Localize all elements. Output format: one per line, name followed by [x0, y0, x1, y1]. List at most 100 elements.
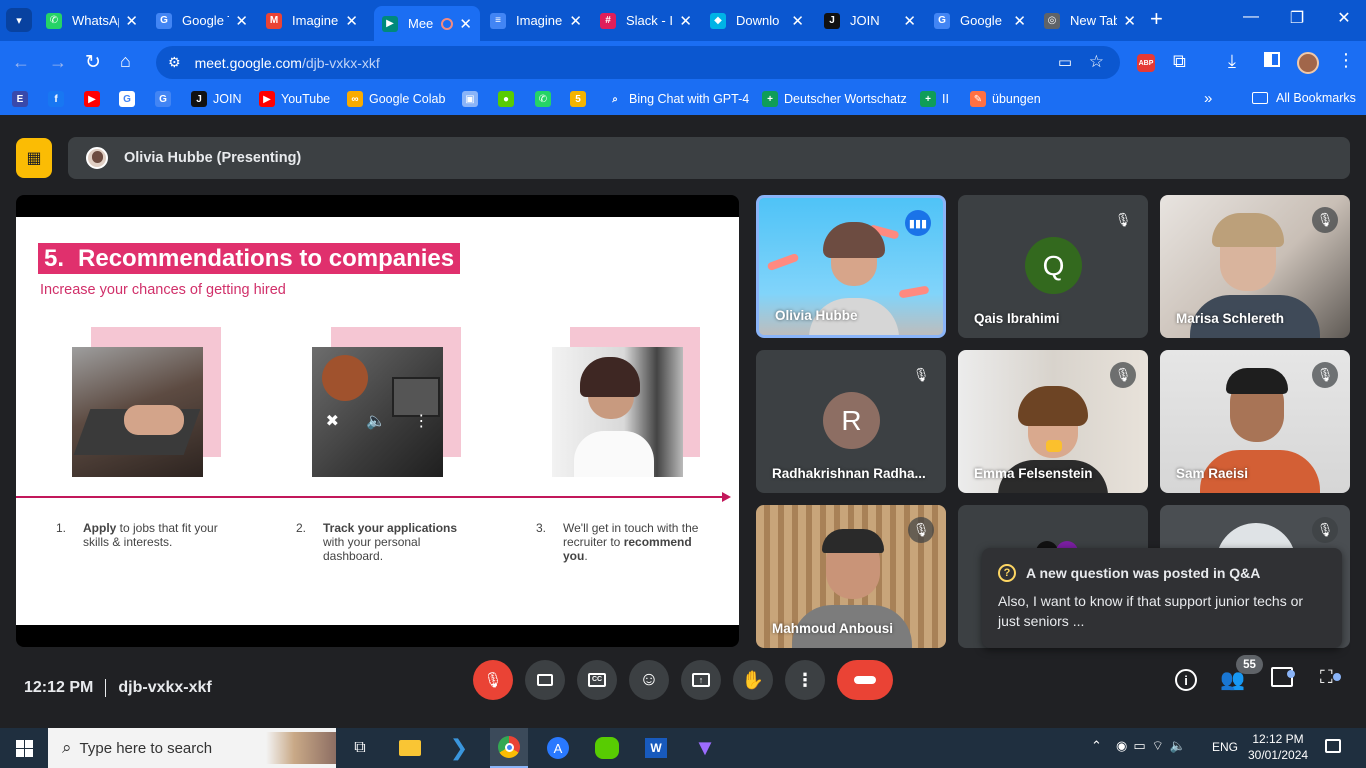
pin-off-icon[interactable]: ✖ [326, 411, 339, 431]
stop-presenting-icon[interactable]: ▦ [16, 138, 52, 178]
captions-button[interactable]: CC [577, 660, 617, 700]
meet-tray-icon[interactable]: ◉ [1116, 738, 1133, 753]
browser-tab[interactable]: ✆ WhatsApp ✕ [38, 6, 146, 35]
downloads-icon[interactable]: ⤓ [1228, 51, 1236, 72]
windows-start-button[interactable] [10, 734, 38, 762]
browser-tab[interactable]: G Google Translate ✕ [148, 6, 256, 35]
participant-tile-mahmoud[interactable]: 🎙 Mahmoud Anbousi [756, 505, 946, 648]
browser-tab[interactable]: ◎ New Tab ✕ [1036, 6, 1144, 35]
close-tab-icon[interactable]: ✕ [459, 15, 472, 33]
mic-toggle-button[interactable]: 🎙 [473, 660, 513, 700]
reload-icon[interactable]: ↻ [85, 51, 101, 74]
volume-icon[interactable]: 🔈 [1170, 738, 1192, 753]
bookmark-item[interactable]: ▣ [462, 91, 484, 107]
muted-mic-icon: 🎙 [1312, 362, 1338, 388]
slide-number: 5. [44, 244, 65, 272]
bookmark-item[interactable]: ▶ [84, 91, 106, 107]
clock[interactable]: 12:12 PM 30/01/2024 [1248, 731, 1308, 763]
forward-icon[interactable]: → [49, 52, 67, 73]
browser-tab[interactable]: ≡ Imagine ✕ [482, 6, 590, 35]
adblock-plus-icon[interactable]: ABP [1137, 54, 1155, 72]
extensions-icon[interactable]: ⧉ [1173, 51, 1186, 72]
taskbar-search[interactable]: ⌕ Type here to search [48, 728, 336, 768]
minimize-window-button[interactable]: — [1236, 8, 1266, 26]
language-indicator[interactable]: ENG [1212, 740, 1238, 754]
bookmark-item[interactable]: ∞ Google Colab [347, 91, 445, 107]
app-store-icon[interactable]: A [544, 734, 572, 762]
tab-search-button[interactable]: ▾ [6, 8, 32, 32]
close-tab-icon[interactable]: ✕ [345, 12, 358, 30]
divider [105, 679, 107, 697]
browser-tab[interactable]: ▶ Mee ✕ [374, 6, 480, 41]
more-options-button[interactable]: ⋮ [785, 660, 825, 700]
word-icon[interactable]: W [642, 734, 670, 762]
participant-tile-sam[interactable]: 🎙 Sam Raeisi [1160, 350, 1350, 493]
browser-menu-icon[interactable]: ⋮ [1337, 50, 1355, 71]
browser-tab[interactable]: # Slack - I ✕ [592, 6, 700, 35]
more-bookmarks-icon[interactable]: » [1204, 90, 1212, 107]
bookmark-item[interactable]: ✎ übungen [970, 91, 1041, 107]
bookmark-item[interactable]: 5 [570, 91, 592, 107]
close-tab-icon[interactable]: ✕ [791, 12, 804, 30]
close-tab-icon[interactable]: ✕ [903, 12, 916, 30]
close-tab-icon[interactable]: ✕ [1013, 12, 1026, 30]
battery-icon[interactable]: ▭ [1133, 738, 1151, 753]
raise-hand-button[interactable]: ✋ [733, 660, 773, 700]
duolingo-taskbar-icon[interactable] [593, 734, 621, 762]
site-info-icon[interactable]: ⚙ [168, 54, 181, 71]
app-triangle-icon[interactable]: ▼ [691, 734, 719, 762]
browser-tab[interactable]: J JOIN ✕ [816, 6, 924, 35]
reactions-button[interactable]: ☺ [629, 660, 669, 700]
address-bar[interactable]: ⚙ meet.google.com/djb-vxkx-xkf ▭ ☆ [156, 46, 1120, 79]
more-options-icon[interactable]: ⋮ [413, 411, 429, 431]
browser-tab[interactable]: M Imagine ✕ [258, 6, 366, 35]
restore-window-button[interactable]: ❐ [1282, 8, 1312, 28]
camera-permission-icon[interactable]: ▭ [1058, 53, 1072, 71]
bookmark-star-icon[interactable]: ☆ [1089, 52, 1104, 72]
qa-notification[interactable]: ? A new question was posted in Q&A Also,… [982, 548, 1342, 648]
bookmark-item[interactable]: + II [920, 91, 949, 107]
bookmark-item[interactable]: J JOIN [191, 91, 241, 107]
bookmark-item[interactable]: G [155, 91, 177, 107]
close-tab-icon[interactable]: ✕ [125, 12, 138, 30]
file-explorer-icon[interactable] [396, 734, 424, 762]
meeting-details-button[interactable]: i [1175, 669, 1197, 691]
bookmark-item[interactable]: ✆ [535, 91, 557, 107]
all-bookmarks-button[interactable]: All Bookmarks [1252, 91, 1356, 105]
close-window-button[interactable]: ✕ [1329, 8, 1359, 28]
participant-tile-marisa[interactable]: 🎙 Marisa Schlereth [1160, 195, 1350, 338]
profile-avatar[interactable] [1297, 52, 1319, 74]
present-screen-button[interactable]: ↑ [681, 660, 721, 700]
participant-tile-emma[interactable]: 🎙 Emma Felsenstein [958, 350, 1148, 493]
back-icon[interactable]: ← [12, 52, 30, 73]
camera-toggle-button[interactable] [525, 660, 565, 700]
close-tab-icon[interactable]: ✕ [235, 12, 248, 30]
bookmark-item[interactable]: f [48, 91, 70, 107]
bookmark-item[interactable]: ● [498, 91, 520, 107]
notification-center-icon[interactable] [1325, 739, 1341, 753]
new-tab-button[interactable]: + [1150, 8, 1163, 30]
task-view-icon[interactable]: ⧉ [346, 734, 374, 762]
close-tab-icon[interactable]: ✕ [1123, 12, 1136, 30]
close-tab-icon[interactable]: ✕ [569, 12, 582, 30]
close-tab-icon[interactable]: ✕ [679, 12, 692, 30]
chrome-taskbar-icon[interactable] [490, 728, 528, 768]
vscode-icon[interactable]: ❯ [445, 734, 473, 762]
bookmark-item[interactable]: ▶ YouTube [259, 91, 330, 107]
browser-tab[interactable]: G Google ✕ [926, 6, 1034, 35]
show-hidden-icons-chevron[interactable]: ⌃ [1091, 738, 1102, 754]
participant-tile-olivia[interactable]: ▮▮▮ Olivia Hubbe [756, 195, 946, 338]
bookmark-item[interactable]: ⌕ Bing Chat with GPT-4 [607, 91, 749, 107]
home-icon[interactable]: ⌂ [120, 51, 131, 72]
participant-tile-radhakrishnan[interactable]: R 🎙 Radhakrishnan Radha... [756, 350, 946, 493]
speaker-icon[interactable]: 🔈 [366, 411, 386, 431]
network-icon[interactable]: ⌔ [1152, 738, 1170, 753]
activities-button[interactable]: ⛶ [1320, 667, 1333, 688]
bookmark-item[interactable]: G [119, 91, 141, 107]
bookmark-item[interactable]: E [12, 91, 34, 107]
bookmark-item[interactable]: + Deutscher Wortschatz [762, 91, 907, 107]
leave-call-button[interactable] [837, 660, 893, 700]
side-panel-icon[interactable] [1264, 52, 1280, 67]
participant-tile-qais[interactable]: Q 🎙 Qais Ibrahimi [958, 195, 1148, 338]
browser-tab[interactable]: ◆ Downlo ✕ [702, 6, 812, 35]
